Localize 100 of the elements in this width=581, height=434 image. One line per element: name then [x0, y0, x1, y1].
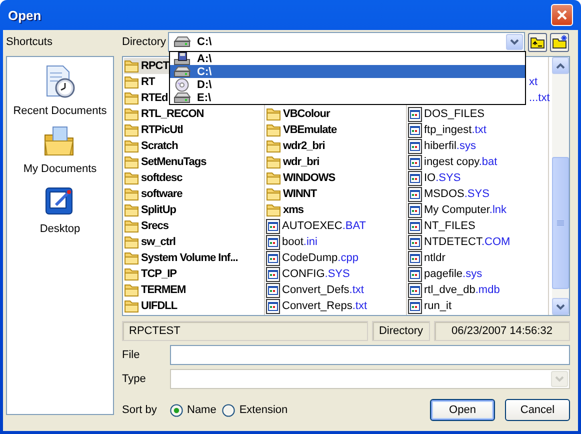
- dropdown-button[interactable]: [506, 34, 523, 50]
- shortcut-label[interactable]: Recent Documents: [13, 105, 107, 117]
- file-item[interactable]: My Computer.lnk: [408, 202, 509, 218]
- file-item[interactable]: MSDOS.SYS: [408, 186, 492, 202]
- file-item[interactable]: rtl_dve_db.mdb: [408, 282, 502, 298]
- file-name: ftp_ingest.txt: [424, 124, 486, 136]
- file-item[interactable]: NTDETECT.COM: [408, 234, 512, 250]
- drive-option[interactable]: A:\: [170, 52, 525, 65]
- file-icon: [408, 202, 422, 218]
- folder-item[interactable]: Scratch: [124, 138, 180, 154]
- folder-item[interactable]: WINNT: [266, 186, 319, 202]
- file-item[interactable]: ftp_ingest.txt: [408, 122, 488, 138]
- file-item[interactable]: Convert_Defs.txt: [266, 282, 366, 298]
- file-icon: [266, 266, 280, 282]
- cancel-button[interactable]: Cancel: [505, 399, 570, 421]
- file-item[interactable]: CodeDump.cpp: [266, 250, 360, 266]
- folder-icon: [124, 251, 139, 265]
- folder-name: Srecs: [141, 220, 168, 232]
- file-icon: [408, 154, 422, 170]
- file-icon: [408, 218, 422, 234]
- scroll-thumb[interactable]: [552, 157, 569, 289]
- drive-option[interactable]: D:\: [170, 78, 525, 91]
- file-icon: [408, 170, 422, 186]
- drive-option[interactable]: C:\: [170, 65, 525, 78]
- disc-icon: [173, 78, 191, 92]
- file-item[interactable]: Convert_Reps.txt: [266, 298, 369, 314]
- folder-item[interactable]: WINDOWS: [266, 170, 338, 186]
- file-name: DOS_FILES: [424, 108, 485, 120]
- folder-item[interactable]: VBColour: [266, 106, 332, 122]
- scroll-up-button[interactable]: [552, 57, 569, 74]
- file-name: hiberfil.sys: [424, 140, 476, 152]
- file-icon: [408, 266, 422, 282]
- folder-name: RPCT: [141, 60, 169, 72]
- folder-item[interactable]: RTEd: [124, 90, 170, 106]
- folder-item[interactable]: software: [124, 186, 184, 202]
- folder-up-icon: [530, 36, 545, 48]
- up-folder-button[interactable]: [528, 32, 547, 52]
- scroll-down-button[interactable]: [552, 298, 569, 315]
- file-icon: [266, 298, 280, 314]
- new-folder-button[interactable]: [550, 32, 569, 52]
- chevron-up-icon: [556, 62, 565, 68]
- file-item[interactable]: pagefile.sys: [408, 266, 484, 282]
- folder-name: SetMenuTags: [141, 156, 206, 168]
- shortcuts-label: Shortcuts: [6, 36, 54, 48]
- folder-name: RTEd: [141, 92, 168, 104]
- sort-radio-option[interactable]: Extension: [222, 404, 288, 416]
- folder-item[interactable]: VBEmulate: [266, 122, 339, 138]
- grip-icon: [557, 220, 564, 226]
- file-name[interactable]: ...txt: [529, 92, 550, 104]
- folder-item[interactable]: sw_ctrl: [124, 234, 178, 250]
- new-folder-icon: [552, 35, 567, 49]
- file-name: boot.ini: [282, 236, 318, 248]
- folder-name: RTL_RECON: [141, 108, 204, 120]
- folder-icon: [266, 123, 281, 137]
- file-item[interactable]: IO.SYS: [408, 170, 463, 186]
- folder-item[interactable]: RT: [124, 74, 157, 90]
- open-button[interactable]: Open: [430, 399, 495, 421]
- file-field[interactable]: [170, 345, 570, 365]
- file-item[interactable]: AUTOEXEC.BAT: [266, 218, 368, 234]
- folder-item[interactable]: RTL_RECON: [124, 106, 206, 122]
- status-date: 06/23/2007 14:56:32: [434, 321, 570, 341]
- shortcut-label[interactable]: My Documents: [23, 163, 97, 175]
- folder-item[interactable]: System Volume Inf...: [124, 250, 240, 266]
- file-icon: [408, 122, 422, 138]
- folder-item[interactable]: softdesc: [124, 170, 184, 186]
- folder-item[interactable]: SetMenuTags: [124, 154, 208, 170]
- folder-icon: [124, 283, 139, 297]
- file-item[interactable]: hiberfil.sys: [408, 138, 478, 154]
- folder-item[interactable]: RPCT: [124, 58, 171, 74]
- file-item[interactable]: ingest copy.bat: [408, 154, 500, 170]
- file-name: AUTOEXEC.BAT: [282, 220, 366, 232]
- file-item[interactable]: NT_FILES: [408, 218, 478, 234]
- folder-item[interactable]: RTPicUtl: [124, 122, 185, 138]
- folder-item[interactable]: Srecs: [124, 218, 170, 234]
- folder-item[interactable]: wdr_bri: [266, 154, 322, 170]
- folder-item[interactable]: SplitUp: [124, 202, 178, 218]
- file-name[interactable]: xt: [529, 76, 538, 88]
- drive-option[interactable]: E:\: [170, 91, 525, 104]
- folder-icon: [124, 171, 139, 185]
- folder-item[interactable]: wdr2_bri: [266, 138, 327, 154]
- folder-item[interactable]: xms: [266, 202, 306, 218]
- file-item[interactable]: boot.ini: [266, 234, 320, 250]
- folder-name: System Volume Inf...: [141, 252, 238, 264]
- file-name: rtl_dve_db.mdb: [424, 284, 500, 296]
- close-button[interactable]: [551, 4, 573, 26]
- file-icon: [408, 298, 422, 314]
- drive-icon: [173, 90, 191, 104]
- shortcut-label[interactable]: Desktop: [40, 223, 80, 235]
- folder-item[interactable]: UIFDLL: [124, 298, 180, 314]
- file-item[interactable]: DOS_FILES: [408, 106, 487, 122]
- file-name: My Computer.lnk: [424, 204, 507, 216]
- scrollbar[interactable]: [552, 57, 569, 315]
- folder-item[interactable]: TERMEM: [124, 282, 188, 298]
- folder-icon: [124, 91, 139, 105]
- folder-item[interactable]: TCP_IP: [124, 266, 179, 282]
- file-item[interactable]: CONFIG.SYS: [266, 266, 352, 282]
- file-item[interactable]: ntldr: [408, 250, 448, 266]
- folder-name: UIFDLL: [141, 300, 178, 312]
- sort-radio-option[interactable]: Name: [170, 404, 216, 416]
- file-item[interactable]: run_it: [408, 298, 454, 314]
